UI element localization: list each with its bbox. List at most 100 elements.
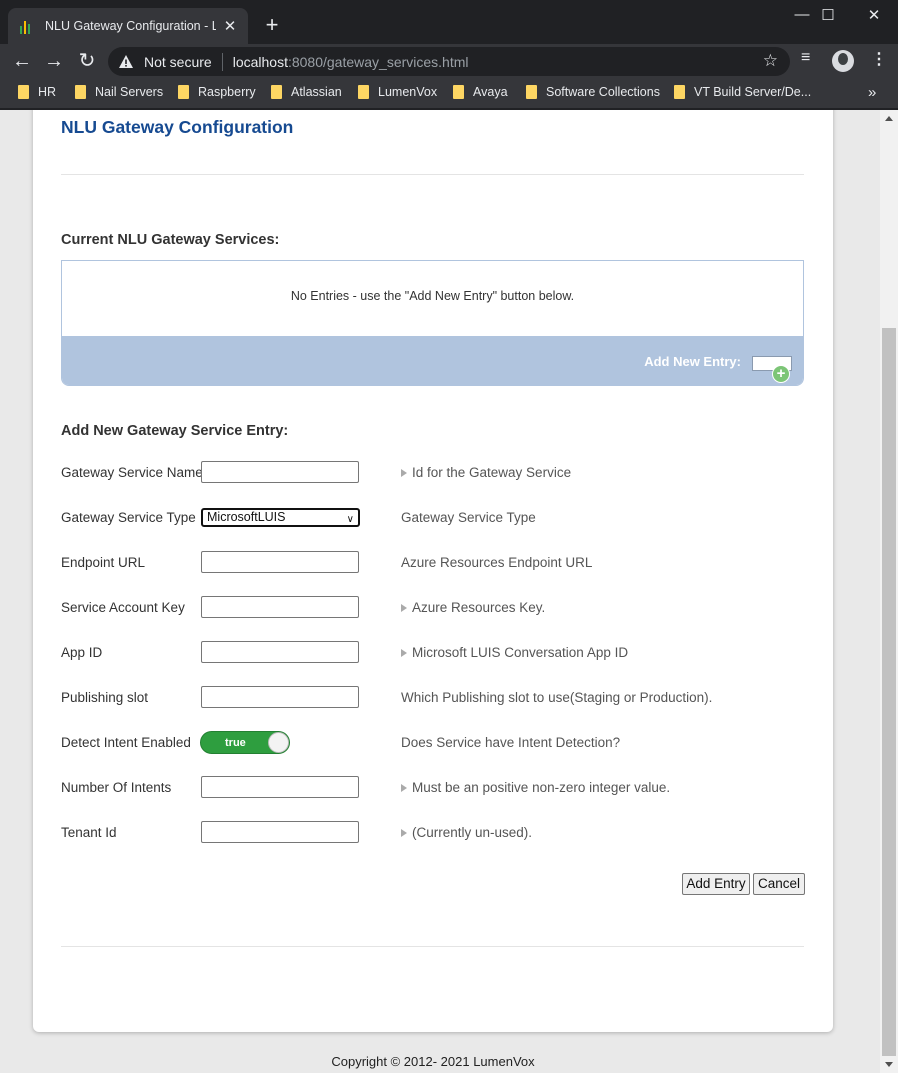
browser-titlebar: NLU Gateway Configuration - Lur ✕ + — ☐ … (0, 0, 898, 44)
forward-icon[interactable]: → (42, 48, 66, 74)
menu-kebab-icon[interactable]: ⋮ (871, 49, 887, 69)
bookmark-item[interactable]: Avaya (453, 85, 508, 99)
cancel-button[interactable]: Cancel (753, 873, 805, 895)
field-label: App ID (61, 645, 103, 660)
folder-icon (18, 85, 29, 99)
form-row-service-name: Gateway Service Name Id for the Gateway … (61, 461, 804, 485)
field-label: Endpoint URL (61, 555, 146, 570)
app-id-input[interactable] (201, 641, 359, 663)
field-label: Gateway Service Name (61, 465, 203, 480)
form-row-service-type: Gateway Service Type MicrosoftLUIS ∨ Gat… (61, 506, 804, 530)
warning-icon[interactable] (118, 54, 134, 70)
folder-icon (178, 85, 189, 99)
field-label: Gateway Service Type (61, 510, 196, 525)
field-help: Id for the Gateway Service (401, 465, 571, 480)
field-label: Number Of Intents (61, 780, 172, 795)
toggle-knob[interactable] (268, 732, 289, 753)
folder-icon (526, 85, 537, 99)
bookmarks-overflow-icon[interactable]: » (868, 84, 876, 101)
add-new-entry-label: Add New Entry: (644, 354, 741, 369)
browser-tab[interactable]: NLU Gateway Configuration - Lur ✕ (8, 8, 248, 44)
folder-icon (453, 85, 464, 99)
service-type-select[interactable]: MicrosoftLUIS ∨ (201, 508, 360, 527)
divider (61, 174, 804, 175)
field-help: Does Service have Intent Detection? (401, 735, 621, 750)
field-label: Detect Intent Enabled (61, 735, 191, 750)
add-plus-icon[interactable]: + (772, 365, 790, 383)
add-entry-button[interactable]: Add Entry (682, 873, 750, 895)
expand-arrow-icon[interactable] (401, 829, 407, 837)
footer-copyright: Copyright © 2012- 2021 LumenVox (331, 1054, 535, 1069)
number-of-intents-input[interactable] (201, 776, 359, 798)
form-row-detect-intent: Detect Intent Enabled true Does Service … (61, 731, 804, 755)
divider (61, 946, 804, 947)
tab-title: NLU Gateway Configuration - Lur (45, 19, 216, 33)
new-tab-button[interactable]: + (262, 14, 282, 36)
bookmarks-bar: HR Nail Servers Raspberry Atlassian Lume… (0, 79, 898, 109)
form-row-publishing-slot: Publishing slot Which Publishing slot to… (61, 686, 804, 710)
expand-arrow-icon[interactable] (401, 649, 407, 657)
bookmark-item[interactable]: Atlassian (271, 85, 342, 99)
bookmark-item[interactable]: LumenVox (358, 85, 437, 99)
tab-close-icon[interactable]: ✕ (222, 17, 238, 35)
media-control-icon[interactable]: ≡ (801, 49, 810, 67)
profile-avatar[interactable] (832, 50, 854, 72)
form-row-account-key: Service Account Key Azure Resources Key. (61, 596, 804, 620)
folder-icon (75, 85, 86, 99)
bookmark-item[interactable]: HR (18, 85, 56, 99)
address-bar[interactable]: Not secure localhost :8080/gateway_servi… (108, 47, 790, 76)
expand-arrow-icon[interactable] (401, 604, 407, 612)
bookmark-star-icon[interactable]: ☆ (763, 51, 778, 71)
form-row-number-of-intents: Number Of Intents Must be an positive no… (61, 776, 804, 800)
chevron-down-icon: ∨ (346, 514, 354, 525)
field-label: Tenant Id (61, 825, 117, 840)
field-label: Service Account Key (61, 600, 185, 615)
services-list: No Entries - use the "Add New Entry" but… (61, 260, 804, 386)
config-panel: NLU Gateway Configuration Current NLU Ga… (33, 110, 833, 1032)
new-entry-heading: Add New Gateway Service Entry: (61, 423, 289, 439)
url-host: localhost (232, 53, 288, 70)
url-path: :8080/gateway_services.html (287, 53, 469, 70)
form-row-tenant-id: Tenant Id (Currently un-used). (61, 821, 804, 845)
bookmark-item[interactable]: Nail Servers (75, 85, 163, 99)
field-help: Microsoft LUIS Conversation App ID (401, 645, 628, 660)
page-viewport: NLU Gateway Configuration Current NLU Ga… (0, 110, 880, 1073)
page-title: NLU Gateway Configuration (61, 117, 294, 137)
bookmark-item[interactable]: VT Build Server/De... (674, 85, 811, 99)
reload-icon[interactable]: ↻ (75, 48, 99, 74)
field-help: Azure Resources Endpoint URL (401, 555, 593, 570)
account-key-input[interactable] (201, 596, 359, 618)
tenant-id-input[interactable] (201, 821, 359, 843)
select-value: MicrosoftLUIS (207, 510, 286, 524)
field-label: Publishing slot (61, 690, 149, 705)
form-row-app-id: App ID Microsoft LUIS Conversation App I… (61, 641, 804, 665)
scroll-down-icon[interactable] (885, 1062, 893, 1067)
field-help: Gateway Service Type (401, 510, 536, 525)
page-scrollbar[interactable] (880, 110, 898, 1073)
address-separator (221, 52, 223, 71)
bookmark-item[interactable]: Raspberry (178, 85, 256, 99)
minimize-icon[interactable]: — (790, 6, 814, 23)
field-help: (Currently un-used). (401, 825, 532, 840)
folder-icon (358, 85, 369, 99)
detect-intent-toggle[interactable]: true (200, 731, 290, 754)
scrollbar-thumb[interactable] (882, 328, 896, 1056)
folder-icon (674, 85, 685, 99)
form-row-endpoint-url: Endpoint URL Azure Resources Endpoint UR… (61, 551, 804, 575)
browser-toolbar: ← → ↻ Not secure localhost :8080/gateway… (0, 44, 898, 79)
empty-list-message: No Entries - use the "Add New Entry" but… (290, 289, 575, 303)
publishing-slot-input[interactable] (201, 686, 359, 708)
window-close-icon[interactable]: ✕ (862, 6, 886, 24)
service-name-input[interactable] (201, 461, 359, 483)
expand-arrow-icon[interactable] (401, 784, 407, 792)
field-help: Which Publishing slot to use(Staging or … (401, 690, 713, 705)
expand-arrow-icon[interactable] (401, 469, 407, 477)
endpoint-url-input[interactable] (201, 551, 359, 573)
back-icon[interactable]: ← (10, 48, 34, 74)
field-help: Azure Resources Key. (401, 600, 545, 615)
bookmark-item[interactable]: Software Collections (526, 85, 660, 99)
field-help: Must be an positive non-zero integer val… (401, 780, 670, 795)
maximize-icon[interactable]: ☐ (816, 6, 840, 24)
security-status[interactable]: Not secure (144, 54, 212, 70)
scroll-up-icon[interactable] (885, 116, 893, 121)
